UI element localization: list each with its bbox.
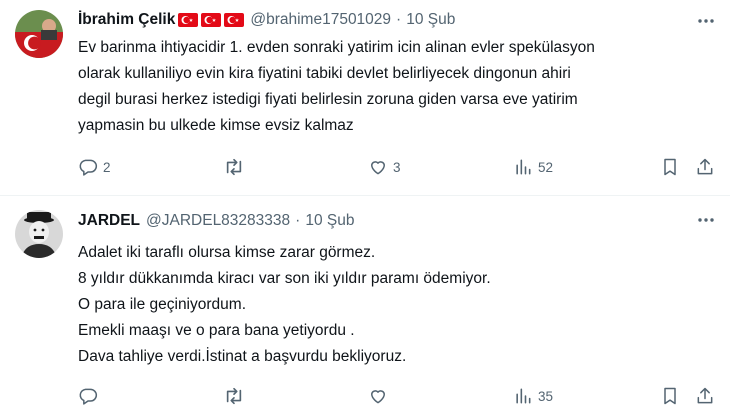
share-icon xyxy=(697,387,713,404)
tweet-text-line: yapmasin bu ulkede kimse evsiz kalmaz xyxy=(78,117,354,134)
bookmark-button[interactable] xyxy=(660,385,680,407)
reply-button[interactable]: 2 xyxy=(78,156,111,178)
tweet-text-line: 8 yıldır dükkanımda kiracı var son iki y… xyxy=(78,270,491,287)
avatar[interactable] xyxy=(15,10,63,58)
user-handle[interactable]: @JARDEL83283338 xyxy=(146,212,290,230)
turkey-flag-icon xyxy=(224,13,245,27)
reply-button[interactable] xyxy=(78,385,103,407)
tweet-date[interactable]: 10 Şub xyxy=(305,212,354,230)
user-handle[interactable]: @brahime17501029 xyxy=(250,11,391,29)
bookmark-button[interactable] xyxy=(660,156,680,178)
separator-dot: · xyxy=(396,11,402,28)
tweet-text-line: Ev barinma ihtiyacidir 1. evden sonraki … xyxy=(78,39,595,56)
reply-icon xyxy=(79,388,98,405)
tweet-text-line: olarak kullaniliyo evin kira fiyatini ta… xyxy=(78,65,571,82)
avatar[interactable] xyxy=(15,210,63,258)
display-name[interactable]: İbrahim Çelik xyxy=(78,11,175,29)
tweet-text-line: Adalet iki taraflı olursa kimse zarar gö… xyxy=(78,244,376,261)
share-icon xyxy=(697,158,713,175)
more-icon[interactable] xyxy=(696,11,716,31)
views-icon xyxy=(516,159,531,175)
action-bar: 35 xyxy=(78,385,718,407)
separator-dot: · xyxy=(295,212,301,229)
tweet-text-line: O para ile geçiniyordum. xyxy=(78,296,246,313)
like-button[interactable] xyxy=(368,385,393,407)
turkey-flag-icon xyxy=(201,13,222,27)
tweet-text-line: degil burasi herkez istedigi fiyati beli… xyxy=(78,91,578,108)
turkey-flag-icon xyxy=(178,13,199,27)
views-count: 35 xyxy=(538,388,554,404)
reply-icon xyxy=(79,159,98,176)
tweet-text: Ev barinma ihtiyacidir 1. evden sonraki … xyxy=(78,35,710,139)
retweet-icon xyxy=(226,158,242,176)
action-bar: 2 3 52 xyxy=(78,156,718,178)
retweet-button[interactable] xyxy=(223,385,250,407)
heart-icon xyxy=(371,161,385,175)
tweet[interactable]: JARDEL @JARDEL83283338 · 10 Şub Adalet i… xyxy=(0,196,730,420)
views-button[interactable]: 52 xyxy=(513,156,553,178)
share-button[interactable] xyxy=(695,156,715,178)
retweet-icon xyxy=(226,387,242,405)
like-button[interactable]: 3 xyxy=(368,156,401,178)
more-icon[interactable] xyxy=(696,210,716,230)
views-count: 52 xyxy=(538,159,554,175)
tweet-date[interactable]: 10 Şub xyxy=(406,11,455,29)
flag-emojis xyxy=(178,13,245,27)
like-count: 3 xyxy=(393,159,401,175)
display-name[interactable]: JARDEL xyxy=(78,212,140,230)
tweet-text-line: Emekli maaşı ve o para bana yetiyordu . xyxy=(78,322,355,339)
views-button[interactable]: 35 xyxy=(513,385,553,407)
share-button[interactable] xyxy=(695,385,715,407)
tweet-text-line: Dava tahliye verdi.İstinat a başvurdu be… xyxy=(78,348,407,365)
retweet-button[interactable] xyxy=(223,156,250,178)
bookmark-icon xyxy=(664,387,676,405)
views-icon xyxy=(516,388,531,404)
tweet[interactable]: İbrahim Çelik @brahime17501029 · 10 Şub … xyxy=(0,0,730,196)
bookmark-icon xyxy=(664,158,676,176)
heart-icon xyxy=(371,390,385,404)
tweet-header: İbrahim Çelik @brahime17501029 · 10 Şub xyxy=(78,9,455,31)
tweet-header: JARDEL @JARDEL83283338 · 10 Şub xyxy=(78,210,354,232)
tweet-text: Adalet iki taraflı olursa kimse zarar gö… xyxy=(78,240,710,370)
reply-count: 2 xyxy=(103,159,111,175)
